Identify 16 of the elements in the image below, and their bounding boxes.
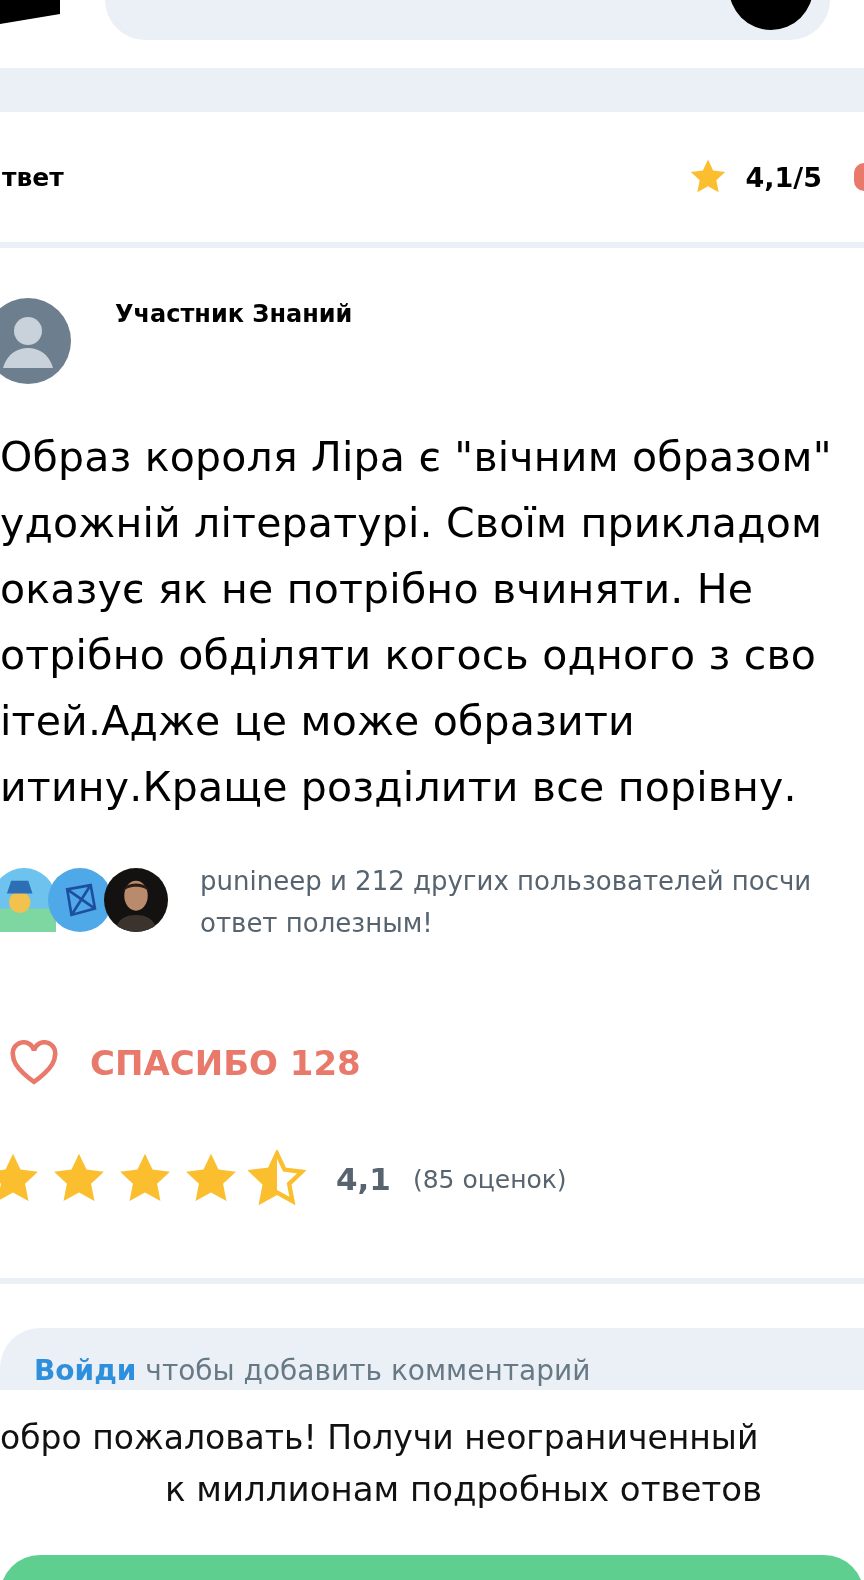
author-name[interactable]: Участник Знаний	[115, 300, 353, 328]
rating-score: 4,1	[336, 1161, 391, 1197]
rating-star-icon[interactable]	[248, 1150, 306, 1208]
thanks-button[interactable]: СПАСИБО 128	[0, 1036, 369, 1090]
rating-count: (85 оценок)	[412, 1164, 567, 1194]
answer-rating: 4,1/5	[745, 161, 822, 193]
voters-text: punineep и 212 других пользователей посчи ответ полезным!	[200, 865, 812, 940]
logo-icon[interactable]	[0, 0, 60, 25]
heart-icon	[8, 1040, 60, 1086]
welcome-subtext: к миллионам подробных ответов	[165, 1469, 764, 1509]
user-avatar-icon	[0, 298, 71, 384]
answer-heading: твет	[2, 162, 65, 192]
comment-prompt: чтобы добавить комментарий	[144, 1354, 591, 1387]
cartoon-avatar-icon	[0, 868, 56, 932]
answer-text: Образ короля Ліра є "вічним образом" удожній літературі. Своїм прикладом оказує як не потрібно вчиняти. Не отрібно обділяти когось одного з сво ітей.Адже це може образити итину.Краще розділити все порівну.	[0, 432, 833, 813]
login-link[interactable]: Войди	[34, 1354, 137, 1387]
